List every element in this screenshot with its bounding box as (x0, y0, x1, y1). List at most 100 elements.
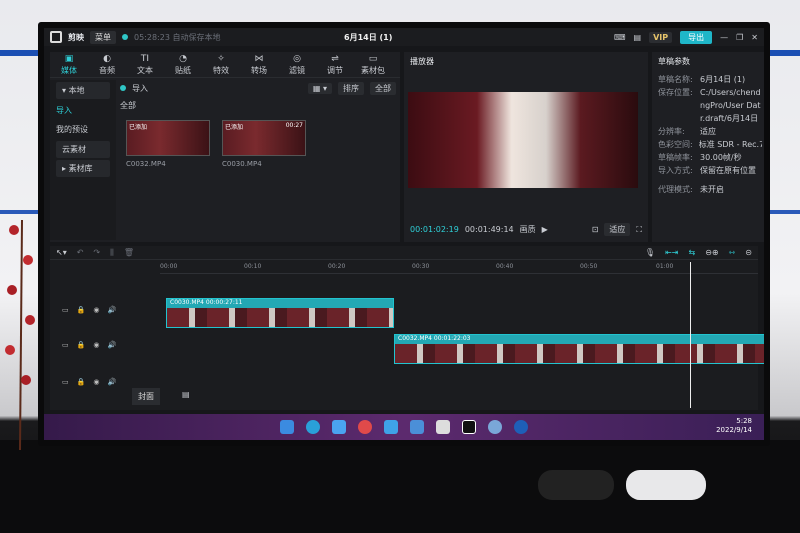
track-type-icon: ▭ (62, 341, 69, 349)
media-sidebar: ▾ 本地 导入 我的预设 云素材 ▸ 素材库 (50, 80, 116, 240)
sidebar-item-cloud[interactable]: 云素材 (56, 141, 110, 158)
crop-icon[interactable]: ⊡ (592, 225, 599, 234)
cover-button[interactable]: 封面 (132, 388, 160, 405)
edge-icon[interactable] (306, 420, 320, 434)
filter-button[interactable]: 全部 (370, 81, 396, 95)
import-button[interactable]: 导入 (132, 83, 148, 94)
tab-sticker[interactable]: ◔ 贴纸 (164, 52, 202, 77)
timeline-panel: ↖▾ ↶ ↷ ⫼ 🗑 🎙 ⇤⇥ ⇆ ⊖⊕ ⇿ ⊝ 00:00 00:10 00:… (50, 246, 764, 410)
tab-transition[interactable]: ⋈ 转场 (240, 52, 278, 77)
zoom-icon[interactable]: ⇿ (729, 248, 736, 257)
play-icon[interactable]: ▶ (542, 225, 548, 234)
app-name: 剪映 (68, 32, 84, 42)
sidebar-item-import[interactable]: 导入 (50, 101, 116, 120)
undo-icon[interactable]: ↶ (77, 248, 84, 257)
tab-text[interactable]: TI 文本 (126, 52, 164, 77)
playhead[interactable] (690, 262, 691, 408)
audio-icon: ◐ (103, 54, 111, 64)
mic-icon[interactable]: 🎙 (645, 248, 655, 257)
video-clip[interactable]: C0030.MP4 00:00:27:11 (166, 298, 394, 328)
player-title: 播放器 (410, 57, 434, 66)
display-icon[interactable] (436, 420, 450, 434)
split-icon[interactable]: ⫼ (110, 248, 114, 258)
sort-button[interactable]: 排序 (338, 81, 364, 95)
tab-media[interactable]: ▣ 媒体 (50, 52, 88, 77)
adjust-icon: ⇌ (331, 54, 339, 64)
fullscreen-icon[interactable]: ⛶ (636, 225, 642, 235)
eye-icon[interactable]: ◉ (93, 306, 99, 314)
app-icon[interactable] (358, 420, 372, 434)
app-logo-icon (50, 31, 62, 43)
eye-icon[interactable]: ◉ (93, 378, 99, 386)
view-toggle[interactable]: ▦ ▾ (307, 82, 332, 94)
start-icon[interactable] (280, 420, 294, 434)
cover-icon[interactable]: ▤ (182, 390, 190, 399)
clip-duration: 00:27 (285, 122, 303, 129)
track-type-icon: ▭ (62, 378, 69, 386)
taskbar-clock[interactable]: 5:28 2022/9/14 (716, 417, 752, 435)
clip-label: C0032.MP4 00:01:22:03 (395, 335, 764, 344)
fit-icon[interactable]: ⊝ (745, 248, 752, 257)
quality-select[interactable]: 画质 (520, 224, 536, 235)
volume-icon[interactable]: 🔊 (107, 306, 116, 314)
plant-decoration (5, 219, 35, 450)
maximize-icon[interactable]: ❐ (736, 33, 743, 42)
sidebar-item-library[interactable]: ▸ 素材库 (56, 160, 110, 177)
transition-icon: ⋈ (254, 54, 264, 64)
link-icon[interactable]: ⇆ (688, 248, 695, 257)
ratio-button[interactable]: 适应 (604, 223, 631, 236)
export-button[interactable]: 导出 (680, 31, 713, 44)
sidebar-item-preset[interactable]: 我的预设 (50, 120, 116, 139)
settings-icon[interactable] (488, 420, 502, 434)
tick-label: 01:00 (656, 263, 674, 270)
player-controls: 00:01:02:19 00:01:49:14 画质 ▶ ⊡ 适应 ⛶ (410, 223, 642, 236)
section-label: 全部 (120, 101, 136, 110)
store-icon[interactable] (384, 420, 398, 434)
lock-icon[interactable]: 🔒 (77, 378, 86, 386)
tick-label: 00:40 (496, 263, 514, 270)
game-controller-white (626, 470, 706, 500)
mail-icon[interactable] (332, 420, 346, 434)
params-title: 草稿参数 (658, 57, 690, 66)
menu-button[interactable]: 菜单 (90, 30, 116, 44)
select-tool-icon[interactable]: ↖▾ (56, 248, 67, 257)
app-screen: 剪映 菜单 05:28:23 自动保存本地 6月14日 (1) ⌨ ▤ VIP … (44, 28, 764, 440)
redo-icon[interactable]: ↷ (93, 248, 100, 257)
delete-icon[interactable]: 🗑 (124, 248, 134, 257)
tab-effects[interactable]: ✧ 特效 (202, 52, 240, 77)
snap-icon[interactable]: ⇤⇥ (665, 248, 678, 257)
media-clip[interactable]: 已添加 (126, 120, 210, 156)
eye-icon[interactable]: ◉ (93, 341, 99, 349)
text-icon: TI (140, 54, 150, 64)
tab-audio[interactable]: ◐ 音频 (88, 52, 126, 77)
vip-button[interactable]: VIP (649, 32, 673, 43)
photos-icon[interactable] (410, 420, 424, 434)
close-icon[interactable]: ✕ (751, 33, 758, 42)
param-row: 草稿帧率: 30.00帧/秒 (658, 153, 742, 162)
game-controller-black (538, 470, 614, 500)
volume-icon[interactable]: 🔊 (107, 341, 116, 349)
media-clip[interactable]: 已添加 00:27 (222, 120, 306, 156)
tick-label: 00:50 (580, 263, 598, 270)
effects-icon: ✧ (217, 54, 225, 64)
volume-icon[interactable]: 🔊 (107, 378, 116, 386)
package-icon: ▭ (368, 54, 378, 64)
info-icon[interactable] (514, 420, 528, 434)
param-row: 草稿名称: 6月14日 (1) (658, 75, 746, 84)
preview-axis-icon[interactable]: ⊖⊕ (705, 248, 718, 257)
tab-filter[interactable]: ◎ 滤镜 (278, 52, 316, 77)
lock-icon[interactable]: 🔒 (77, 341, 86, 349)
time-ruler[interactable]: 00:00 00:10 00:20 00:30 00:40 00:50 01:0… (160, 262, 758, 274)
param-row: 代理模式: 未开启 (658, 185, 724, 194)
layout-icon[interactable]: ▤ (634, 33, 642, 42)
tab-package[interactable]: ▭ 素材包 (354, 52, 392, 77)
tab-adjust[interactable]: ⇌ 调节 (316, 52, 354, 77)
track-controls: ▭ 🔒 ◉ 🔊 (62, 378, 116, 386)
keyboard-icon[interactable]: ⌨ (614, 33, 626, 42)
video-preview[interactable] (408, 92, 638, 188)
minimize-icon[interactable]: — (720, 33, 728, 42)
sidebar-item-local[interactable]: ▾ 本地 (56, 82, 110, 99)
capcut-icon[interactable] (462, 420, 476, 434)
video-clip[interactable]: C0032.MP4 00:01:22:03 (394, 334, 764, 364)
lock-icon[interactable]: 🔒 (77, 306, 86, 314)
